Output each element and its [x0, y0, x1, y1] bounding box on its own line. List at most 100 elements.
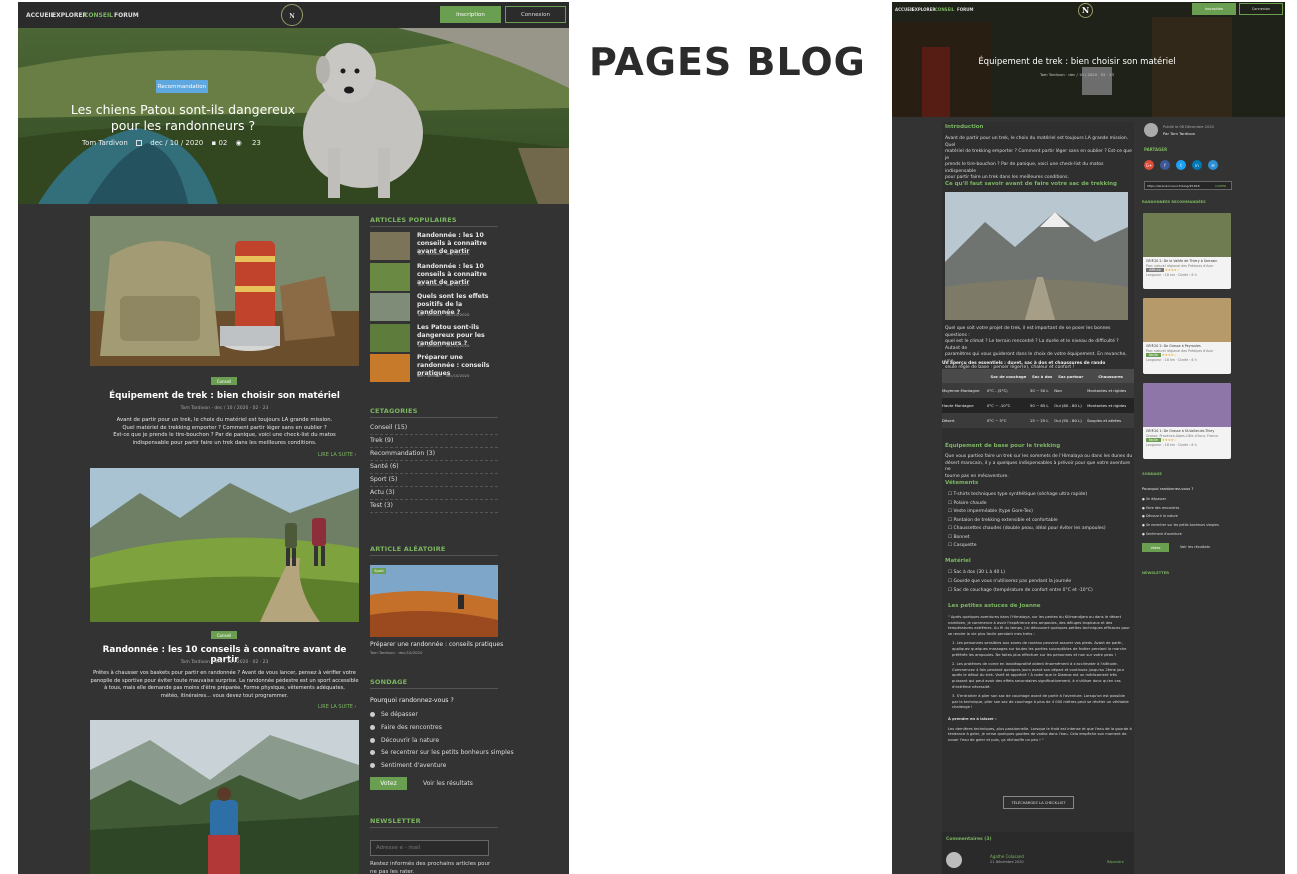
poll-option[interactable]: Se dépasser [370, 711, 418, 718]
category-item[interactable]: Test (3) [370, 500, 498, 513]
read-more-link[interactable]: LIRE LA SUITE › [318, 452, 357, 458]
read-more-link[interactable]: LIRE LA SUITE › [318, 704, 357, 710]
hero-title[interactable]: Les chiens Patou sont-ils dangereux pour… [53, 102, 313, 134]
checklist-item[interactable]: ☐ Polaire chaude [948, 500, 1136, 509]
nav-item-forum[interactable]: FORUM [957, 7, 973, 12]
download-checklist-button[interactable]: TÉLÉCHARGEZ LA CHECK-LIST [1003, 796, 1074, 809]
logo[interactable]: N [1078, 3, 1093, 18]
category-item[interactable]: Actu (3) [370, 487, 498, 500]
table-cell: 15 ~ 25 L [1029, 418, 1049, 423]
checklist-item[interactable]: ☐ Chaussettes chaudes (double peau, idéa… [948, 525, 1136, 534]
radio-icon[interactable] [370, 763, 375, 768]
checklist-item[interactable]: ☐ Bonnet [948, 534, 1136, 543]
read-more-label: LIRE LA SUITE [318, 452, 353, 458]
results-link[interactable]: Voir les résultats [1180, 545, 1210, 549]
google-plus-icon[interactable]: G+ [1144, 160, 1154, 170]
poll-option[interactable]: ● Découvrir la nature [1142, 512, 1219, 521]
reply-link[interactable]: Répondre [1107, 860, 1124, 864]
popular-thumb[interactable] [370, 324, 410, 352]
checklist-item[interactable]: ☐ Casquette [948, 542, 1136, 551]
poll-option[interactable]: ● Se dépasser [1142, 495, 1219, 504]
article-image-trek-gear[interactable] [90, 216, 359, 366]
avatar[interactable] [946, 852, 962, 868]
copy-button[interactable]: COPIER [1215, 184, 1226, 188]
category-item[interactable]: Santé (6) [370, 461, 498, 474]
gear-list: ☐ Sac à dos (30 L à 40 L) ☐ Gourde que v… [948, 568, 1136, 595]
article-title[interactable]: Équipement de trek : bien choisir son ma… [90, 391, 359, 401]
hero-banner[interactable]: Recommandation Les chiens Patou sont-ils… [18, 28, 569, 204]
category-item[interactable]: Trek (9) [370, 435, 498, 448]
random-article-image[interactable] [370, 565, 498, 637]
popular-thumb[interactable] [370, 293, 410, 321]
login-button[interactable]: Connexion [505, 6, 566, 23]
poll-question: Pourquoi randonnez-vous ? [1142, 486, 1194, 491]
radio-icon[interactable] [370, 712, 375, 717]
table-caption: Un aperçu des essentiels : duvet, sac à … [942, 361, 1106, 366]
random-badge[interactable]: Sport [372, 568, 386, 574]
linkedin-icon[interactable]: in [1192, 160, 1202, 170]
poll-option[interactable]: ● Se recentrer sur les petits bonheurs s… [1142, 521, 1219, 530]
checklist-label: Casquette [953, 543, 977, 548]
category-item[interactable]: Conseil (15) [370, 422, 498, 435]
article-badge[interactable]: Conseil [211, 377, 237, 385]
sidebar-newsletter-title: NEWSLETTER [370, 817, 421, 825]
checklist-item[interactable]: ☐ T-shirts techniques type synthétique (… [948, 491, 1136, 500]
results-link[interactable]: Voir les résultats [423, 780, 473, 787]
checklist-item[interactable]: ☐ Veste imperméable (type Gore-Tex) [948, 508, 1136, 517]
category-item[interactable]: Recommandation (3) [370, 448, 498, 461]
signup-button[interactable]: Inscription [440, 6, 501, 23]
radio-icon[interactable] [370, 725, 375, 730]
nav-item-explorer[interactable]: EXPLORER [912, 7, 935, 12]
nav-item-explorer[interactable]: EXPLORER [52, 12, 87, 19]
trek-card[interactable]: GR®20 2: De Grasse à Peyroules Parc natu… [1143, 298, 1231, 374]
hero-badge[interactable]: Recommandation [156, 80, 208, 93]
nav-item-conseil[interactable]: CONSEIL [935, 7, 954, 12]
text-line: quel est le climat ? Le terrain rencontr… [945, 339, 1119, 351]
poll-option[interactable]: Se recentrer sur les petits bonheurs sim… [370, 749, 514, 756]
popular-thumb[interactable] [370, 263, 410, 291]
nav-item-forum[interactable]: FORUM [114, 12, 139, 19]
newsletter-email-input[interactable] [370, 840, 489, 856]
excerpt-line: Prêtes à chausser vos baskets pour parti… [93, 670, 356, 676]
popular-thumb[interactable] [370, 354, 410, 382]
category-name: Sport [370, 476, 387, 483]
signup-button[interactable]: Inscription [1192, 3, 1236, 15]
checklist-item[interactable]: ☐ Sac de couchage (température de confor… [948, 586, 1136, 595]
checklist-label: Polaire chaude [953, 500, 987, 506]
article-image-forest[interactable] [90, 720, 359, 874]
recommended-heading: RANDONNÉES RECOMMANDÉES [1142, 200, 1206, 204]
poll-option[interactable]: Sentiment d'aventure [370, 762, 446, 769]
vote-button[interactable]: Votez [1142, 543, 1169, 552]
author-avatar[interactable] [1144, 123, 1158, 137]
radio-icon[interactable] [370, 738, 375, 743]
trek-card[interactable]: GR®20 2: De la Vallée de Thiery à Sarras… [1143, 213, 1231, 289]
checklist-item[interactable]: ☐ Sac à dos (30 L à 40 L) [948, 568, 1136, 577]
trek-card[interactable]: GR®20 1: De Grasse à St-Vallier-de-Thiey… [1143, 383, 1231, 459]
poll-option[interactable]: Découvrir la nature [370, 737, 439, 744]
nav-item-conseil[interactable]: CONSEIL [84, 12, 113, 19]
radio-icon[interactable] [370, 750, 375, 755]
poll-option-label: Se recentrer sur les petits bonheurs sim… [381, 749, 514, 756]
carousel-dots[interactable] [287, 194, 306, 204]
share-link-field[interactable]: https://lerandonneur.fr/blog/#1818 COPIE… [1144, 181, 1232, 190]
logo[interactable]: N [281, 4, 303, 26]
popular-meta: Tom Tardivon · dec/10/2020 [417, 312, 470, 317]
random-title[interactable]: Préparer une randonnée : conseils pratiq… [370, 641, 503, 648]
vote-button[interactable]: Votez [370, 777, 407, 790]
hikers-photo [90, 468, 359, 622]
poll-option[interactable]: Faire des rencontres [370, 724, 442, 731]
checklist-label: Veste imperméable (type Gore-Tex) [953, 509, 1033, 514]
checklist-item[interactable]: ☐ Pantalon de trekking extensible et con… [948, 517, 1136, 526]
article-badge[interactable]: Conseil [211, 631, 237, 639]
popular-thumb[interactable] [370, 232, 410, 260]
nav-item-accueil[interactable]: ACCUEIL [26, 12, 54, 19]
article-image-hikers[interactable] [90, 468, 359, 622]
poll-option[interactable]: ● Faire des rencontres [1142, 504, 1219, 513]
mail-icon[interactable]: ✉ [1208, 160, 1218, 170]
category-item[interactable]: Sport (5) [370, 474, 498, 487]
checklist-item[interactable]: ☐ Gourde que vous n'utiliserez pas penda… [948, 577, 1136, 586]
facebook-icon[interactable]: f [1160, 160, 1170, 170]
poll-option[interactable]: ● Sentiment d'aventure [1142, 530, 1219, 539]
login-button[interactable]: Connexion [1239, 3, 1283, 15]
twitter-icon[interactable]: t [1176, 160, 1186, 170]
